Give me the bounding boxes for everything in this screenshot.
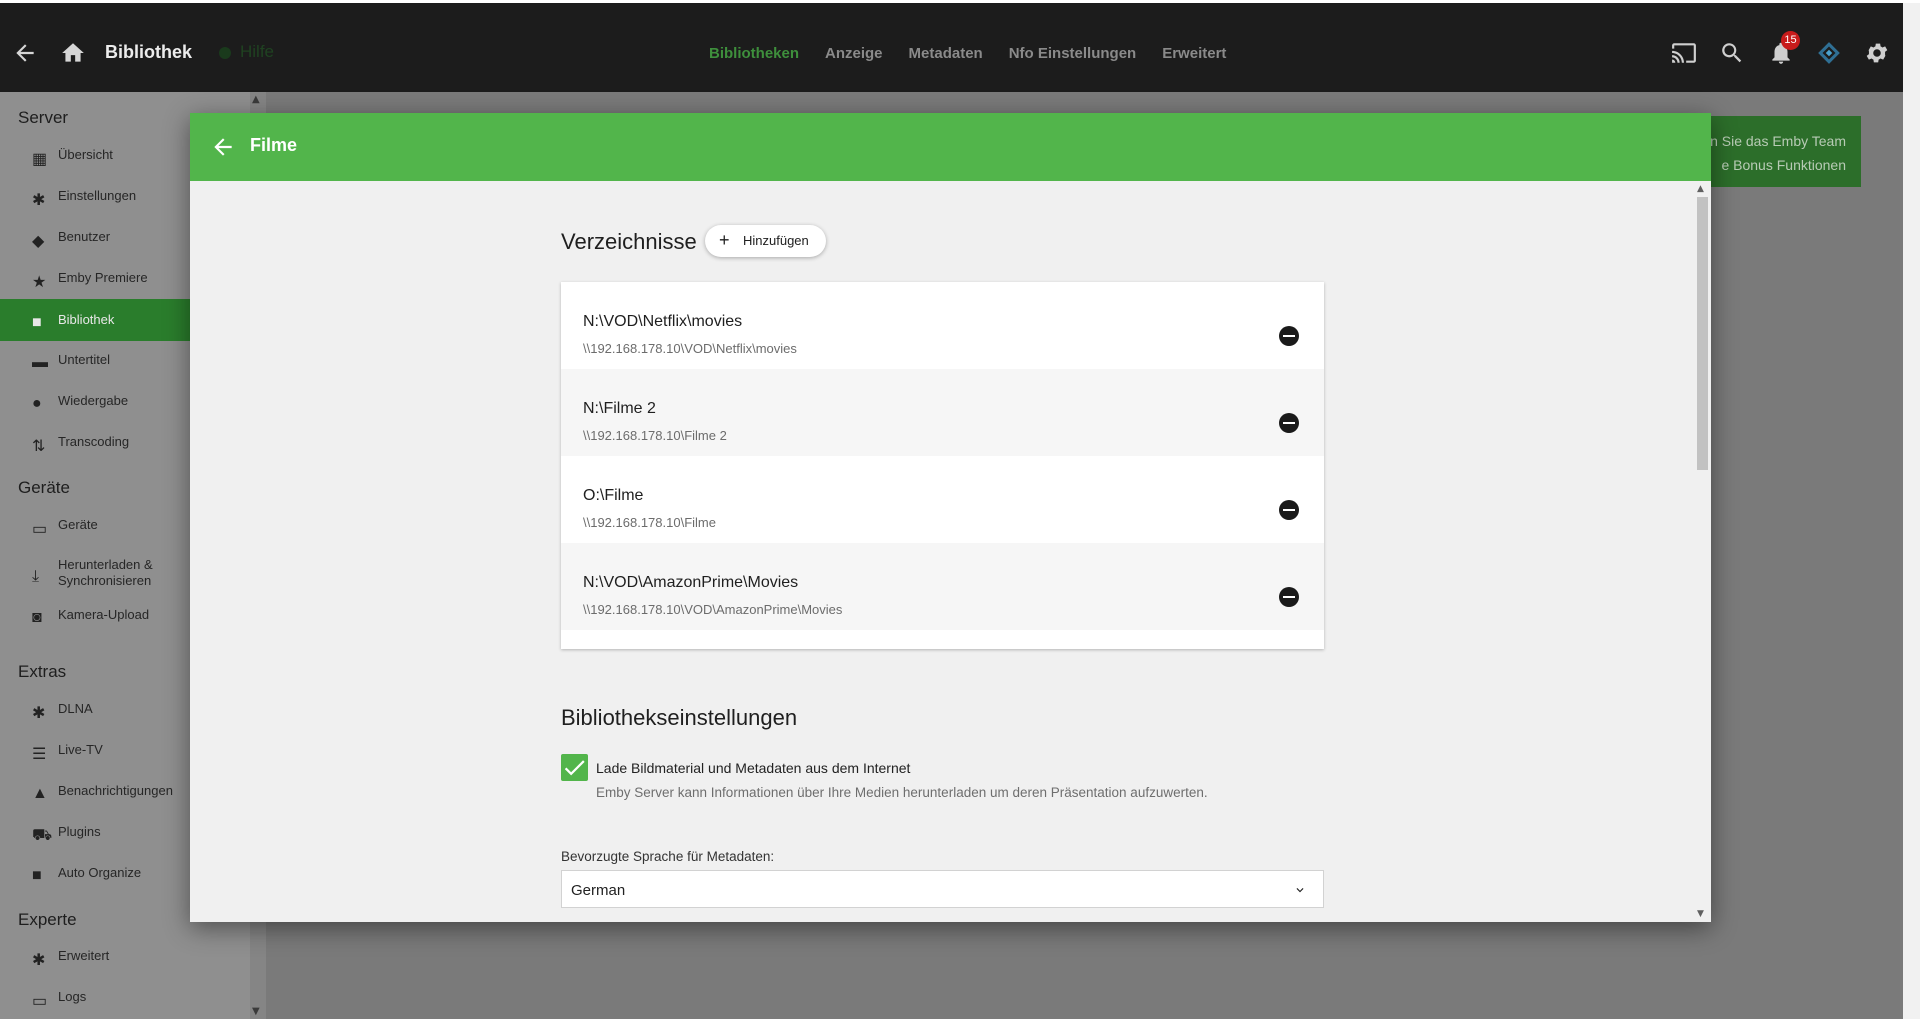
file-icon: ▭ xyxy=(32,993,48,1010)
home-icon[interactable] xyxy=(60,40,86,66)
folder-path: N:\VOD\Netflix\movies xyxy=(583,313,743,330)
download-metadata-checkbox[interactable] xyxy=(561,754,588,781)
folder-row[interactable]: N:\Filme 2 \\192.168.178.10\Filme 2 xyxy=(561,369,1324,456)
folder-path: O:\Filme xyxy=(583,487,644,504)
cast-icon[interactable] xyxy=(1671,40,1697,66)
star-icon: ★ xyxy=(32,274,47,291)
library-dialog: Filme Verzeichnisse + Hinzufügen N:\VOD\… xyxy=(190,113,1711,922)
users-icon: ◆ xyxy=(32,233,45,250)
tab-nfo-einstellungen[interactable]: Nfo Einstellungen xyxy=(1009,45,1137,62)
dlna-icon: ✱ xyxy=(32,705,46,722)
notification-badge: 15 xyxy=(1781,31,1800,50)
folder-row[interactable]: N:\VOD\Netflix\movies \\192.168.178.10\V… xyxy=(561,282,1324,369)
tab-erweitert[interactable]: Erweitert xyxy=(1162,45,1226,62)
dialog-scroll-thumb[interactable] xyxy=(1697,197,1708,470)
chevron-down-icon xyxy=(1296,888,1304,893)
scroll-up-icon[interactable]: ▲ xyxy=(1697,184,1704,194)
remove-folder-icon[interactable] xyxy=(1279,587,1299,607)
tv-icon: ☰ xyxy=(32,746,47,763)
transcode-icon: ⇅ xyxy=(32,438,46,455)
plus-icon: + xyxy=(719,230,730,250)
page-scrollbar[interactable] xyxy=(1903,3,1920,1019)
sidebar-heading-server: Server xyxy=(18,108,69,127)
checkbox-label: Lade Bildmaterial und Metadaten aus dem … xyxy=(596,760,911,776)
remove-folder-icon[interactable] xyxy=(1279,413,1299,433)
kodi-icon[interactable] xyxy=(1816,40,1842,66)
app-viewport: Bibliothek Hilfe Bibliotheken Anzeige Me… xyxy=(0,3,1903,1019)
remove-folder-icon[interactable] xyxy=(1279,500,1299,520)
top-bar: Bibliothek Hilfe Bibliotheken Anzeige Me… xyxy=(0,3,1903,92)
folder-icon: ■ xyxy=(32,314,42,331)
gear-icon[interactable] xyxy=(1864,40,1890,66)
search-icon[interactable] xyxy=(1719,40,1745,66)
language-label: Bevorzugte Sprache für Metadaten: xyxy=(561,849,775,864)
folder-path: N:\Filme 2 xyxy=(583,400,656,417)
scroll-down-icon[interactable]: ▼ xyxy=(1697,909,1704,919)
back-arrow-icon[interactable] xyxy=(210,134,236,160)
library-settings-heading: Bibliothekseinstellungen xyxy=(561,705,798,730)
folder-network-path: \\192.168.178.10\Filme 2 xyxy=(583,428,727,443)
sidebar-heading-extras: Extras xyxy=(18,662,67,681)
help-status-dot xyxy=(219,47,231,59)
folder-row[interactable]: N:\VOD\AmazonPrime\Movies \\192.168.178.… xyxy=(561,543,1324,630)
folder-network-path: \\192.168.178.10\Filme xyxy=(583,515,716,530)
page-title: Bibliothek xyxy=(105,42,193,62)
folders-heading: Verzeichnisse xyxy=(561,229,697,254)
devices-icon: ▭ xyxy=(32,521,48,538)
camera-icon: ◙ xyxy=(32,609,42,626)
help-link[interactable]: Hilfe xyxy=(240,42,274,62)
tab-bar: Bibliotheken Anzeige Metadaten Nfo Einst… xyxy=(709,45,1226,62)
folder-path: N:\VOD\AmazonPrime\Movies xyxy=(583,574,799,591)
add-folder-button[interactable]: + Hinzufügen xyxy=(705,225,826,257)
cart-icon: ⛟ xyxy=(32,827,53,844)
checkbox-help-text: Emby Server kann Informationen über Ihre… xyxy=(596,785,1208,800)
dashboard-icon: ▦ xyxy=(32,151,48,168)
back-icon[interactable] xyxy=(12,40,38,66)
checkmark-icon xyxy=(564,760,585,776)
metadata-language-select[interactable]: German xyxy=(561,870,1324,908)
subtitles-icon: ▬ xyxy=(32,354,48,371)
folder-network-path: \\192.168.178.10\VOD\AmazonPrime\Movies xyxy=(583,602,843,617)
folder-list: N:\VOD\Netflix\movies \\192.168.178.10\V… xyxy=(561,282,1324,649)
settings-icon: ✱ xyxy=(32,192,46,209)
dialog-title: Filme xyxy=(250,135,298,155)
download-icon: ⤓ xyxy=(32,568,40,585)
sidebar-heading-geraete: Geräte xyxy=(18,478,70,497)
scroll-down-icon[interactable]: ▼ xyxy=(252,1006,260,1017)
premiere-banner[interactable]: n Sie das Emby Team e Bonus Funktionen xyxy=(1690,116,1861,187)
sidebar-item-erweitert[interactable]: ✱ Erweitert xyxy=(0,938,250,974)
tab-metadaten[interactable]: Metadaten xyxy=(909,45,983,62)
tab-bibliotheken[interactable]: Bibliotheken xyxy=(709,45,799,62)
sidebar-item-logs[interactable]: ▭ Logs xyxy=(0,979,250,1015)
folder-icon: ■ xyxy=(32,867,42,884)
settings-icon: ✱ xyxy=(32,952,46,969)
notification-icon: ▲ xyxy=(32,785,48,802)
folder-row[interactable]: O:\Filme \\192.168.178.10\Filme xyxy=(561,456,1324,543)
play-circle-icon: ● xyxy=(32,395,42,412)
remove-folder-icon[interactable] xyxy=(1279,326,1299,346)
tab-anzeige[interactable]: Anzeige xyxy=(825,45,883,62)
dialog-header: Filme xyxy=(190,113,1711,181)
scroll-up-icon[interactable]: ▲ xyxy=(252,94,260,105)
folder-network-path: \\192.168.178.10\VOD\Netflix\movies xyxy=(583,341,797,356)
sidebar-heading-experte: Experte xyxy=(18,910,77,929)
